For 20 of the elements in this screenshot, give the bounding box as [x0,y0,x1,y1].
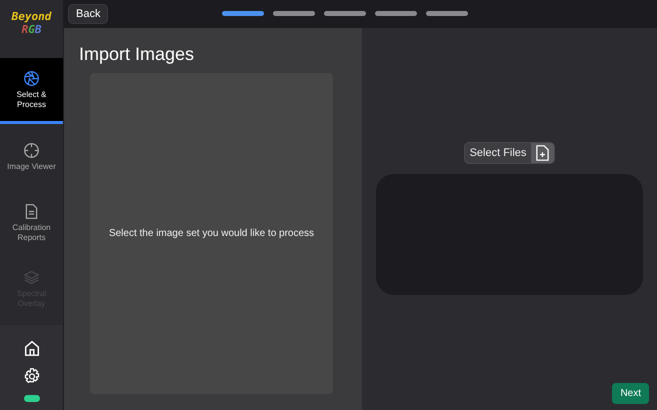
status-indicator [24,395,40,402]
sidebar-item[interactable]: Image Viewer [0,124,63,190]
home-icon[interactable] [22,339,40,357]
back-button[interactable]: Back [68,4,108,24]
logo-letter: G [28,23,35,36]
layers-icon [23,269,40,286]
page-title: Import Images [79,44,196,65]
logo-letter: R [22,23,28,36]
crosshair-icon [23,142,40,159]
logo-text: Beyond [12,10,52,23]
settings-icon[interactable] [22,367,40,385]
sidebar-item[interactable]: Select & Process [0,58,63,124]
next-button[interactable]: Next [612,383,649,404]
file-add-icon [536,145,550,161]
select-files-button[interactable]: Select Files [464,142,556,164]
instruction-text: Select the image set you would like to process [108,228,314,239]
logo-letter: B [34,23,42,36]
document-icon [23,203,40,220]
aperture-icon [23,70,40,86]
sidebar-item[interactable]: Calibration Reports [0,190,63,256]
